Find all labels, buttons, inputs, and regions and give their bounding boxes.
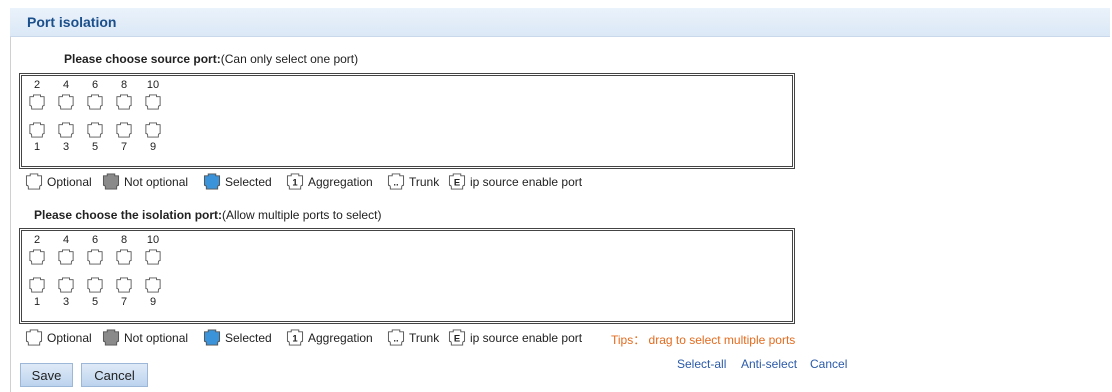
isolation-port-panel: 2 4 6 8 10 1 3 5 7 9 <box>19 228 795 324</box>
port-number: 10 <box>146 79 160 91</box>
port-6[interactable] <box>86 249 104 265</box>
port-7[interactable] <box>115 277 133 293</box>
page-header: Port isolation <box>10 8 1110 37</box>
port-8[interactable] <box>115 249 133 265</box>
port-7[interactable] <box>115 122 133 138</box>
port-9[interactable] <box>144 277 162 293</box>
port-number: 10 <box>146 234 160 246</box>
legend-label: ip source enable port <box>470 331 583 345</box>
port-5[interactable] <box>86 277 104 293</box>
content-panel: Please choose source port:(Can only sele… <box>10 37 1112 392</box>
anti-select-link[interactable]: Anti-select <box>741 357 797 371</box>
port-4[interactable] <box>57 249 75 265</box>
legend-icon-mark: .. <box>393 333 398 344</box>
port-6[interactable] <box>86 94 104 110</box>
select-all-link[interactable]: Select-all <box>677 357 726 371</box>
port-number: 2 <box>33 234 41 246</box>
isolation-port-legend: Optional Not optional Selected 1 Aggregation… <box>23 329 923 347</box>
source-port-panel: 2 4 6 8 10 1 3 5 7 9 <box>19 73 795 169</box>
legend-label: Aggregation <box>308 331 373 345</box>
port-number: 5 <box>91 141 99 153</box>
port-number: 4 <box>62 79 70 91</box>
legend-label: Selected <box>225 331 272 345</box>
port-number: 7 <box>120 296 128 308</box>
port-9[interactable] <box>144 122 162 138</box>
port-8[interactable] <box>115 94 133 110</box>
port-number: 2 <box>33 79 41 91</box>
port-10[interactable] <box>144 94 162 110</box>
port-number: 8 <box>120 79 128 91</box>
port-number: 9 <box>149 296 157 308</box>
port-10[interactable] <box>144 249 162 265</box>
port-1[interactable] <box>28 277 46 293</box>
isolation-port-heading-note: (Allow multiple ports to select) <box>222 208 382 222</box>
port-number: 4 <box>62 234 70 246</box>
page-title: Port isolation <box>27 14 117 30</box>
port-number: 1 <box>33 296 41 308</box>
port-number: 7 <box>120 141 128 153</box>
port-number: 5 <box>91 296 99 308</box>
legend-icon-mark: E <box>454 177 460 188</box>
port-number: 3 <box>62 296 70 308</box>
port-number: 6 <box>91 234 99 246</box>
source-port-heading: Please choose source port:(Can only sele… <box>64 52 358 66</box>
cancel-button[interactable]: Cancel <box>81 363 148 387</box>
legend-label: Aggregation <box>308 175 373 189</box>
cancel-selection-link[interactable]: Cancel <box>810 357 847 371</box>
port-3[interactable] <box>57 122 75 138</box>
port-5[interactable] <box>86 122 104 138</box>
port-2[interactable] <box>28 249 46 265</box>
port-2[interactable] <box>28 94 46 110</box>
legend-icon-mark: .. <box>393 177 398 188</box>
port-4[interactable] <box>57 94 75 110</box>
legend-icon-mark: 1 <box>292 177 297 188</box>
isolation-port-heading: Please choose the isolation port:(Allow … <box>34 208 381 222</box>
legend-label: Not optional <box>124 175 189 189</box>
legend-label: Optional <box>47 331 92 345</box>
save-button[interactable]: Save <box>20 363 73 387</box>
source-port-heading-label: Please choose source port: <box>64 52 221 66</box>
port-3[interactable] <box>57 277 75 293</box>
port-number: 1 <box>33 141 41 153</box>
source-port-heading-note: (Can only select one port) <box>220 52 359 66</box>
legend-icon-mark: 1 <box>292 333 297 344</box>
legend-label: Trunk <box>409 331 440 345</box>
port-1[interactable] <box>28 122 46 138</box>
legend-label: Trunk <box>409 175 440 189</box>
legend-label: Not optional <box>124 331 189 345</box>
legend-label: ip source enable port <box>470 175 583 189</box>
legend-label: Optional <box>47 175 92 189</box>
port-number: 6 <box>91 79 99 91</box>
port-number: 8 <box>120 234 128 246</box>
legend-icon-mark: E <box>454 333 460 344</box>
tips-text: Tips： drag to select multiple ports <box>611 333 796 347</box>
port-number: 9 <box>149 141 157 153</box>
legend-label: Selected <box>225 175 272 189</box>
port-number: 3 <box>62 141 70 153</box>
isolation-port-heading-label: Please choose the isolation port: <box>34 208 223 222</box>
source-port-legend: Optional Not optional Selected 1 Aggregation… <box>23 173 723 191</box>
